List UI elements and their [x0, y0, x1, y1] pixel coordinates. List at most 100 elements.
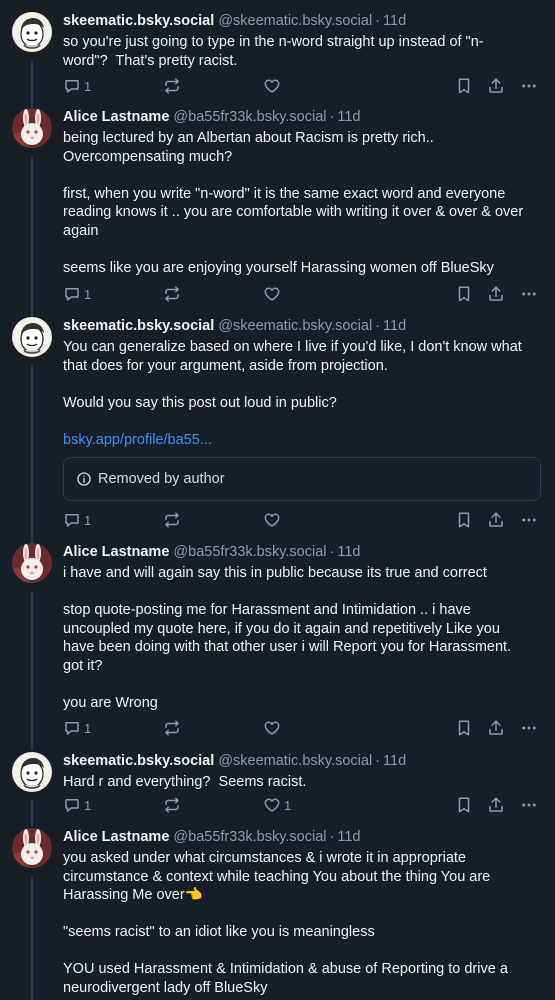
avatar[interactable]	[12, 828, 52, 868]
display-name[interactable]: skeematic.bsky.social	[63, 13, 214, 29]
bookmark-button[interactable]	[456, 718, 472, 738]
display-name[interactable]: skeematic.bsky.social	[63, 753, 214, 769]
timestamp[interactable]: 11d	[337, 109, 360, 125]
more-dots-icon	[520, 796, 538, 814]
text-line: i have and will again say this in public…	[63, 565, 487, 581]
like-button[interactable]	[263, 510, 281, 530]
reply-count: 1	[84, 78, 92, 94]
reply-button[interactable]: 1	[63, 795, 91, 815]
avatar-wrap	[12, 317, 54, 543]
repost-button[interactable]	[163, 510, 181, 530]
reply-button[interactable]: 1	[63, 76, 91, 96]
separator: ·	[375, 318, 381, 334]
bookmark-icon	[456, 719, 472, 737]
reply-button[interactable]: 1	[63, 510, 91, 530]
share-button[interactable]	[487, 718, 505, 738]
handle[interactable]: @skeematic.bsky.social	[218, 318, 372, 334]
more-button[interactable]	[520, 76, 538, 96]
repost-button[interactable]	[163, 284, 181, 304]
text-line: being lectured by an Albertan about Raci…	[63, 130, 434, 146]
display-name[interactable]: Alice Lastname	[63, 544, 169, 560]
text-line: Hard r and everything? Seems racist.	[63, 774, 307, 790]
display-name[interactable]: Alice Lastname	[63, 109, 169, 125]
handle[interactable]: @skeematic.bsky.social	[218, 13, 372, 29]
reply-count: 1	[84, 286, 92, 302]
more-button[interactable]	[520, 795, 538, 815]
post-text: so you're just going to type in the n-wo…	[63, 33, 541, 70]
avatar[interactable]	[12, 317, 52, 357]
heart-icon	[263, 719, 281, 737]
timestamp[interactable]: 11d	[383, 318, 406, 334]
repost-button[interactable]	[163, 718, 181, 738]
like-count: 1	[284, 797, 292, 813]
more-dots-icon	[520, 719, 538, 737]
display-name[interactable]: skeematic.bsky.social	[63, 318, 214, 334]
more-button[interactable]	[520, 510, 538, 530]
share-button[interactable]	[487, 76, 505, 96]
thread-line	[31, 60, 33, 110]
reply-button[interactable]: 1	[63, 284, 91, 304]
share-button[interactable]	[487, 510, 505, 530]
thread-line	[31, 365, 33, 543]
timestamp[interactable]: 11d	[383, 753, 406, 769]
post-content: skeematic.bsky.social @skeematic.bsky.so…	[63, 317, 541, 501]
like-button[interactable]: 1	[263, 795, 291, 815]
handle[interactable]: @skeematic.bsky.social	[218, 753, 372, 769]
post-content: skeematic.bsky.social @skeematic.bsky.so…	[63, 752, 541, 792]
bookmark-button[interactable]	[456, 284, 472, 304]
like-button[interactable]	[263, 718, 281, 738]
avatar[interactable]	[12, 108, 52, 148]
bookmark-button[interactable]	[456, 795, 472, 815]
avatar-wrap	[12, 12, 54, 110]
separator: ·	[329, 109, 335, 125]
avatar[interactable]	[12, 543, 52, 583]
post-text: Hard r and everything? Seems racist.	[63, 773, 541, 792]
more-button[interactable]	[520, 718, 538, 738]
handle[interactable]: @ba55fr33k.bsky.social	[173, 544, 326, 560]
like-button[interactable]	[263, 284, 281, 304]
avatar[interactable]	[12, 12, 52, 52]
text-line: stop quote-posting me for Harassment and…	[63, 602, 471, 618]
more-button[interactable]	[520, 284, 538, 304]
reply-button[interactable]: 1	[63, 718, 91, 738]
avatar[interactable]	[12, 752, 52, 792]
post-header: skeematic.bsky.social @skeematic.bsky.so…	[63, 12, 541, 30]
repost-button[interactable]	[163, 76, 181, 96]
timestamp[interactable]: 11d	[337, 829, 360, 845]
more-dots-icon	[520, 285, 538, 303]
separator: ·	[375, 753, 381, 769]
text-line: seems like you are enjoying yourself Har…	[63, 259, 494, 276]
heart-icon	[263, 285, 281, 303]
more-dots-icon	[520, 511, 538, 529]
info-circle-icon	[76, 471, 98, 487]
text-line: neurodivergent lady off BlueSky	[63, 979, 268, 996]
post-content: Alice Lastname @ba55fr33k.bsky.social · 11…	[63, 828, 541, 997]
post-content: skeematic.bsky.social @skeematic.bsky.so…	[63, 12, 541, 70]
post-header: Alice Lastname @ba55fr33k.bsky.social · 11…	[63, 108, 541, 126]
like-button[interactable]	[263, 76, 281, 96]
text-line: "seems racist" to an idiot like you is m…	[63, 924, 375, 940]
repost-arrows-icon	[163, 77, 181, 95]
text-line: YOU used Harassment & Intimidation & abu…	[63, 961, 508, 977]
text-line: so you're just going to type in the n-wo…	[63, 34, 484, 50]
bookmark-button[interactable]	[456, 510, 472, 530]
handle[interactable]: @ba55fr33k.bsky.social	[173, 829, 326, 845]
heart-icon	[263, 796, 281, 814]
repost-button[interactable]	[163, 795, 181, 815]
thread-line	[31, 876, 33, 1000]
share-button[interactable]	[487, 795, 505, 815]
post-header: skeematic.bsky.social @skeematic.bsky.so…	[63, 752, 541, 770]
text-line: reading knows it .. you are comfortable …	[63, 204, 524, 220]
post-header: Alice Lastname @ba55fr33k.bsky.social · 11…	[63, 828, 541, 846]
bookmark-button[interactable]	[456, 76, 472, 96]
share-button[interactable]	[487, 284, 505, 304]
reply-bubble-icon	[63, 511, 81, 529]
timestamp[interactable]: 11d	[337, 544, 360, 560]
handle[interactable]: @ba55fr33k.bsky.social	[173, 109, 326, 125]
profile-link[interactable]: bsky.app/profile/ba55...	[63, 431, 541, 450]
bookmark-icon	[456, 285, 472, 303]
timestamp[interactable]: 11d	[383, 13, 406, 29]
bookmark-icon	[456, 796, 472, 814]
display-name[interactable]: Alice Lastname	[63, 829, 169, 845]
